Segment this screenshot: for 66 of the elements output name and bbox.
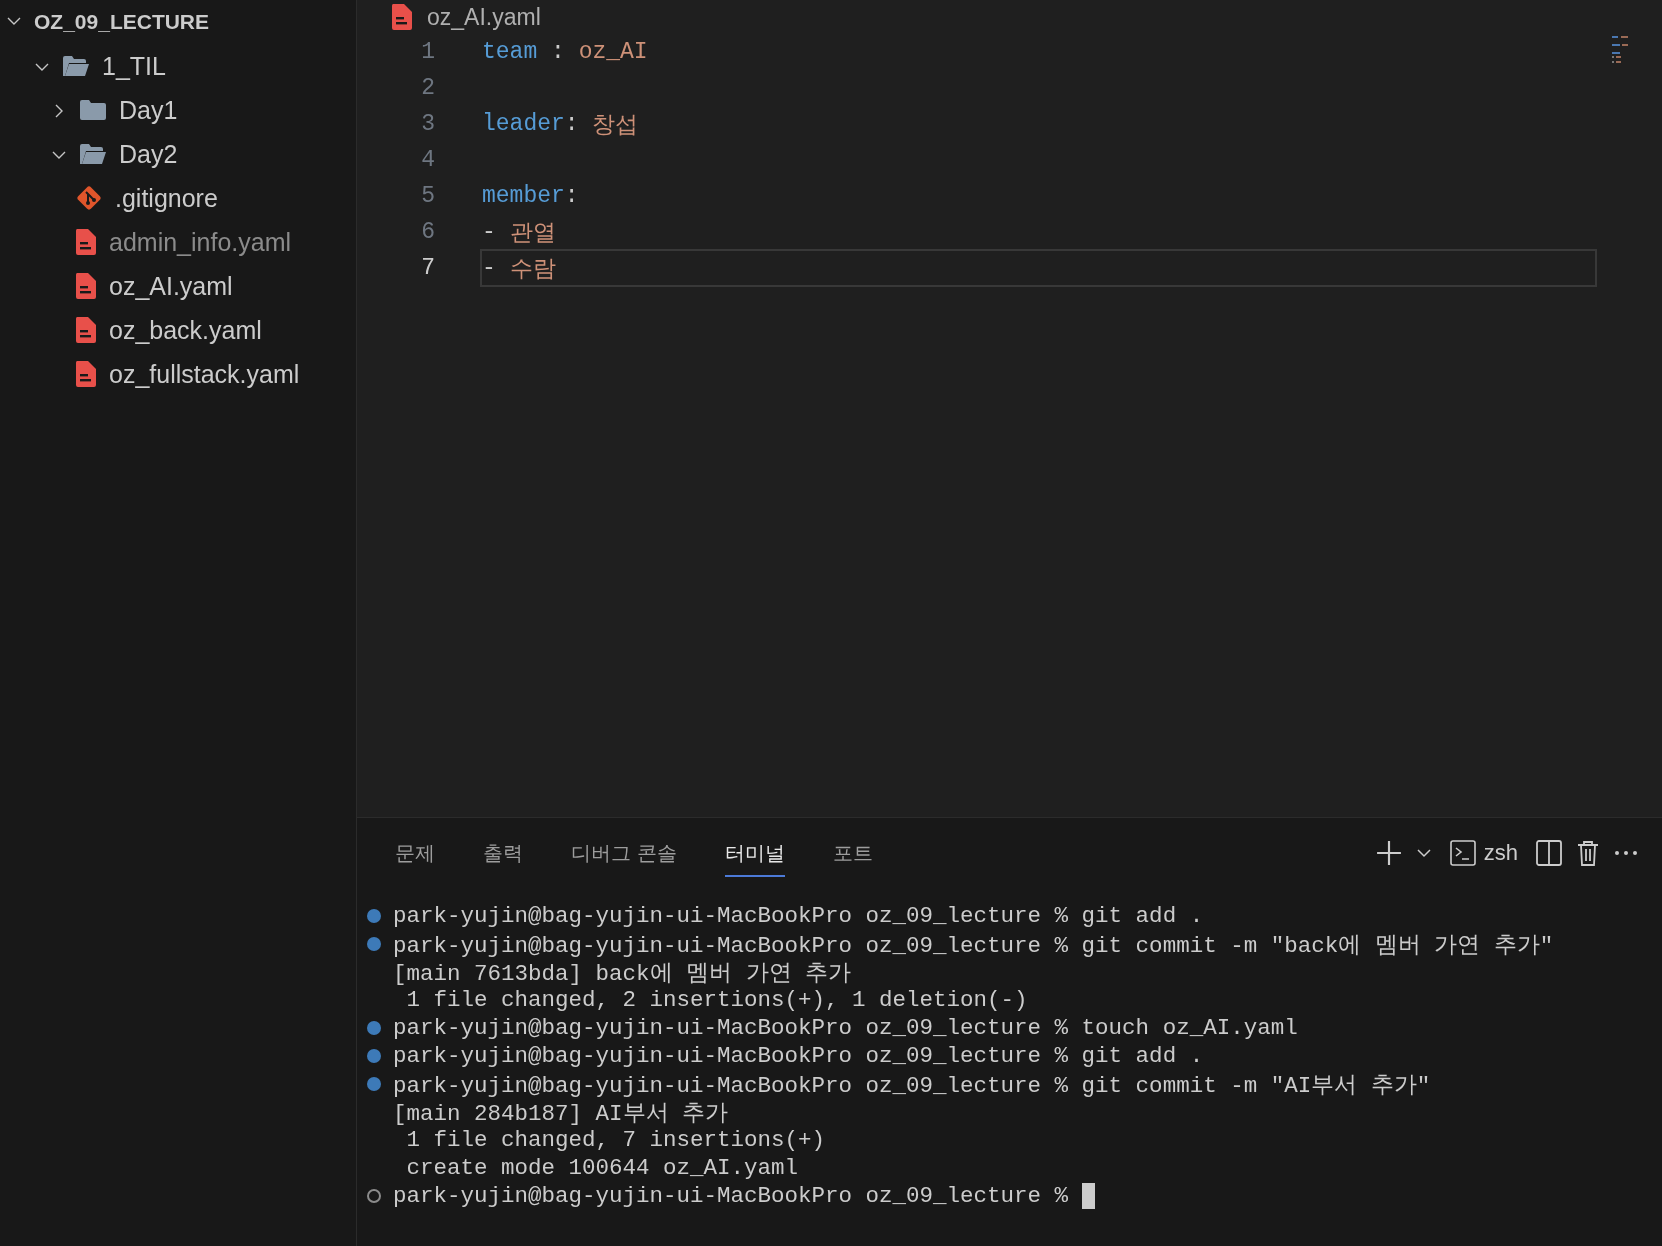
command-status-dot [367,1077,381,1091]
line-number: 7 [420,255,435,281]
terminal-line: 1 file changed, 2 insertions(+), 1 deletion(-) [405,987,1028,1013]
command-status-dot [367,1049,381,1063]
file-icon [75,317,97,343]
terminal-cursor [1081,1183,1095,1209]
file-name[interactable]: oz_back.yaml [109,315,262,345]
terminal-line: park-yujin@bag-yujin-ui-MacBookPro oz_09_lecture % git add . [393,1043,1204,1069]
prompt-status-dot [367,1189,381,1203]
code-token: : [564,183,579,209]
command-status-dot [367,1021,381,1035]
code-token: leader [482,111,565,137]
line-number: 6 [420,219,435,245]
panel-tab[interactable]: 문제 [395,829,435,877]
code-token: oz_AI [578,39,648,65]
terminal-line: park-yujin@bag-yujin-ui-MacBookPro oz_09_lecture % git commit -m "AI부서 추가" [393,1071,1431,1100]
terminal-line: park-yujin@bag-yujin-ui-MacBookPro oz_09_lecture % git commit -m "back에 멤버 가연 추가" [393,931,1554,960]
terminal-icon [1449,840,1476,866]
plus-icon[interactable] [1375,840,1402,866]
open-folder-icon [62,55,90,77]
terminal-line: create mode 100644 oz_AI.yaml [405,1155,799,1181]
split-icon[interactable] [1536,840,1562,866]
trash-icon[interactable] [1576,840,1600,866]
terminal-selector[interactable]: zsh [1445,836,1522,870]
file-name[interactable]: admin_info.yaml [109,227,292,257]
panel-tab[interactable]: 포트 [832,829,873,877]
panel-tab[interactable]: 디버그 콘솔 [571,829,677,877]
folder-icon [79,99,107,121]
terminal-line: 1 file changed, 7 insertions(+) [405,1127,826,1153]
line-number: 5 [420,183,435,209]
code-token: - [482,255,497,281]
terminal-line: [main 284b187] AI부서 추가 [393,1099,729,1128]
panel-tab[interactable]: 터미널 [724,829,785,877]
file-icon [391,4,413,30]
file-name[interactable]: oz_fullstack.yaml [109,359,300,389]
folder-name[interactable]: 1_TIL [102,51,166,81]
terminal-line: park-yujin@bag-yujin-ui-MacBookPro oz_09_lecture % git add . [393,903,1204,929]
line-number: 1 [420,39,435,65]
code-token: 수람 [509,255,556,284]
file-icon [75,361,97,387]
code-token: : [564,111,580,137]
code-token: - [482,219,497,245]
folder-name[interactable]: Day2 [119,139,178,169]
line-number: 4 [420,147,435,173]
code-token: : [550,39,566,65]
more-icon[interactable] [1614,850,1638,856]
command-status-dot [367,909,381,923]
file-icon [75,273,97,299]
open-folder-icon [79,143,107,165]
terminal-line: park-yujin@bag-yujin-ui-MacBookPro oz_09_lecture % [393,1183,1070,1209]
file-name[interactable]: oz_AI.yaml [109,271,233,301]
explorer-title[interactable]: OZ_09_LECTURE [34,10,210,34]
line-number: 2 [420,75,435,101]
panel-tab[interactable]: 출력 [483,829,523,877]
code-token: team [482,39,538,65]
file-icon [75,229,97,255]
line-number: 3 [420,111,435,137]
file-name[interactable]: .gitignore [115,183,218,213]
folder-name[interactable]: Day1 [119,95,178,125]
code-token: 창섭 [592,111,639,140]
breadcrumb-file-name[interactable]: oz_AI.yaml [427,3,541,31]
terminal-line: park-yujin@bag-yujin-ui-MacBookPro oz_09_lecture % touch oz_AI.yaml [393,1015,1298,1041]
command-status-dot [367,937,381,951]
code-token: member [482,183,565,209]
terminal-line: [main 7613bda] back에 멤버 가연 추가 [393,959,852,988]
code-token: 관열 [509,219,556,248]
